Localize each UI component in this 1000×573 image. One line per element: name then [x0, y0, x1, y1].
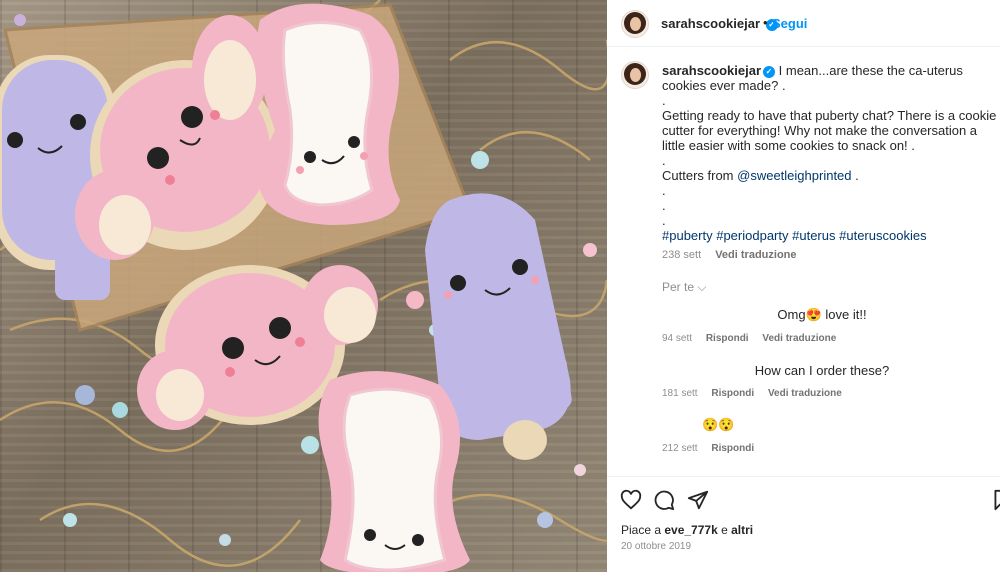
cookies-illustration	[0, 0, 607, 572]
caption-line-2: Getting ready to have that puberty chat?…	[662, 108, 997, 153]
caption-line-4: Cutters from	[662, 168, 734, 183]
reply-button[interactable]: Rispondi	[706, 333, 749, 344]
post-header: sarahscookiejar ✓ • Segui	[607, 0, 1000, 47]
caption-line-5: .	[662, 183, 666, 198]
hashtag-link[interactable]: #uterus	[792, 228, 835, 243]
comment-item: How can I order these? 181 sett Rispondi…	[662, 363, 982, 399]
pad-cookie-top	[257, 3, 400, 225]
follow-button[interactable]: Segui	[772, 16, 807, 31]
caption-line-6: .	[662, 198, 666, 213]
caption-line-1: .	[662, 93, 666, 108]
likes-summary[interactable]: Piace a eve_777k e altri	[621, 523, 753, 537]
header-avatar[interactable]	[621, 10, 649, 38]
comment-text: Omg😍 love it!!	[777, 307, 867, 322]
likes-middle: e	[717, 523, 732, 537]
reply-button[interactable]: Rispondi	[711, 388, 754, 399]
mention-suffix: .	[851, 168, 859, 183]
comment-meta: 94 sett Rispondi Vedi traduzione	[662, 333, 982, 344]
comment-time[interactable]: 94 sett	[662, 333, 692, 344]
post-date[interactable]: 20 ottobre 2019	[621, 541, 691, 552]
translate-link[interactable]: Vedi traduzione	[715, 249, 796, 261]
caption-line-3: .	[662, 153, 666, 168]
caption-meta: 238 sett Vedi traduzione	[662, 248, 997, 263]
caption-line-7: .	[662, 213, 666, 228]
comment-text: 😯😯	[702, 417, 735, 432]
header-username-text[interactable]: sarahscookiejar	[661, 16, 760, 31]
caption: sarahscookiejar ✓ I mean...are these the …	[662, 63, 997, 263]
bookmark-icon[interactable]	[993, 489, 1000, 511]
comment-icon[interactable]	[653, 489, 675, 511]
hashtags: #puberty #periodparty #uterus #uteruscoo…	[662, 228, 997, 243]
header-separator: •	[763, 15, 768, 30]
mention-link[interactable]: @sweetleighprinted	[737, 168, 851, 183]
sort-dropdown[interactable]: Per te ⌵	[662, 280, 706, 295]
post-photo[interactable]	[0, 0, 607, 572]
likes-user[interactable]: eve_777k	[664, 523, 717, 537]
hashtag-link[interactable]: #puberty	[662, 228, 713, 243]
comment-meta: 212 sett Rispondi	[662, 443, 982, 454]
caption-username[interactable]: sarahscookiejar	[662, 63, 761, 78]
post-side-panel: sarahscookiejar ✓ • Segui sarahscookieja…	[607, 0, 1000, 572]
translate-link[interactable]: Vedi traduzione	[762, 333, 836, 344]
hashtag-link[interactable]: #periodparty	[716, 228, 788, 243]
heart-icon[interactable]	[620, 489, 642, 511]
share-icon[interactable]	[687, 489, 709, 511]
reply-button[interactable]: Rispondi	[711, 443, 754, 454]
comment-text: How can I order these?	[754, 363, 890, 378]
comments-list[interactable]: sarahscookiejar ✓ I mean...are these the …	[607, 47, 1000, 475]
post-actions: Piace a eve_777k e altri 20 ottobre 2019	[607, 476, 1000, 573]
translate-link[interactable]: Vedi traduzione	[768, 388, 842, 399]
caption-time[interactable]: 238 sett	[662, 249, 701, 261]
comment-item: Omg😍 love it!! 94 sett Rispondi Vedi tra…	[662, 307, 982, 344]
comment-time[interactable]: 181 sett	[662, 388, 698, 399]
sort-label: Per te	[662, 280, 695, 294]
hashtag-link[interactable]: #uteruscookies	[839, 228, 926, 243]
comment-item: 😯😯 212 sett Rispondi	[662, 417, 982, 454]
likes-prefix: Piace a	[621, 523, 665, 537]
caption-credit: Cutters from @sweetleighprinted .	[662, 168, 997, 183]
verified-badge-icon: ✓	[763, 65, 776, 78]
caption-avatar[interactable]	[621, 61, 649, 89]
comment-meta: 181 sett Rispondi Vedi traduzione	[662, 388, 982, 399]
header-username[interactable]: sarahscookiejar ✓	[661, 16, 778, 31]
pad-cookie-bottom	[318, 371, 470, 572]
chevron-down-icon: ⌵	[697, 280, 707, 294]
comment-time[interactable]: 212 sett	[662, 443, 698, 454]
likes-others[interactable]: altri	[731, 523, 753, 537]
